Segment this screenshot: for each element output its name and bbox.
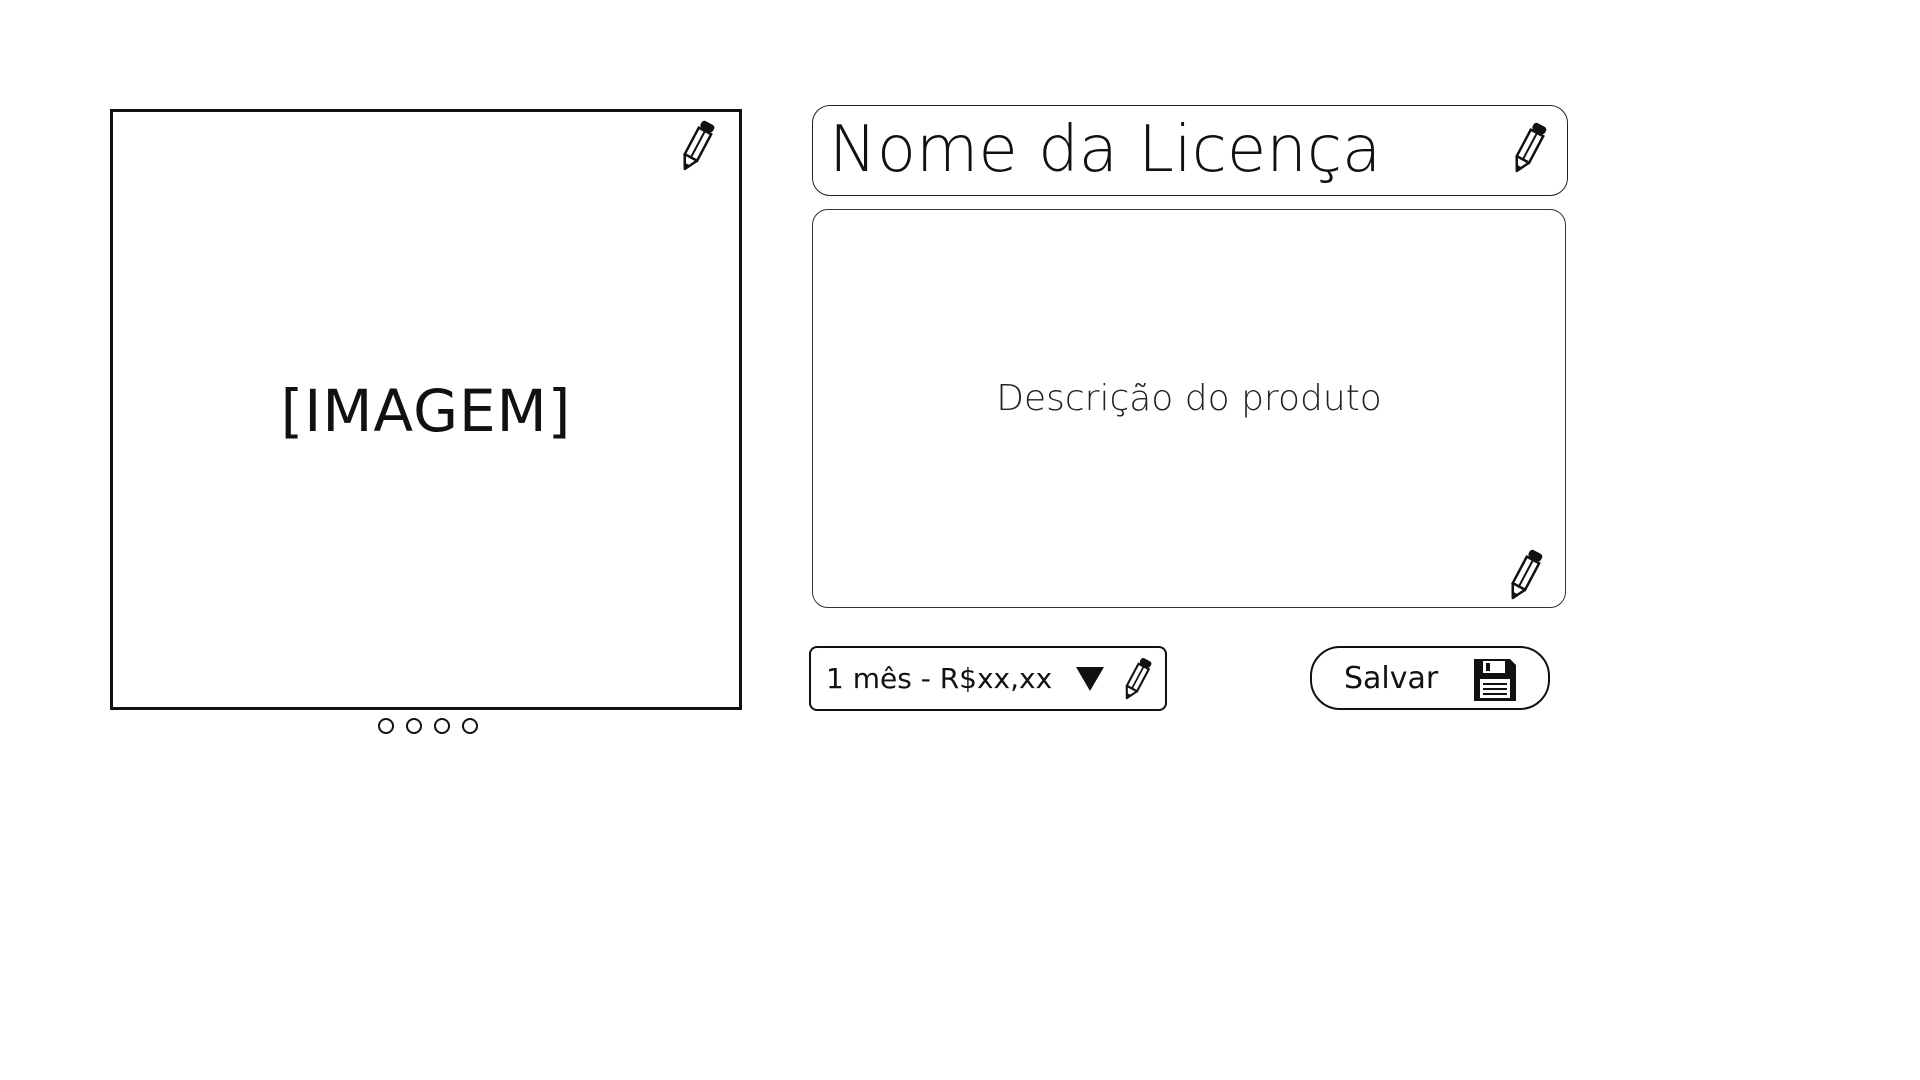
- edit-description-pencil-icon[interactable]: [1501, 547, 1549, 603]
- license-name-text: Nome da Licença: [829, 113, 1382, 187]
- carousel-dot[interactable]: [406, 718, 422, 734]
- edit-name-pencil-icon[interactable]: [1505, 120, 1553, 176]
- product-description-field[interactable]: Descrição do produto: [812, 209, 1566, 608]
- save-button-label: Salvar: [1344, 661, 1439, 696]
- save-button[interactable]: Salvar: [1310, 646, 1550, 710]
- dropdown-arrow-icon[interactable]: [1075, 665, 1105, 693]
- image-panel: [IMAGEM]: [110, 109, 742, 710]
- license-editor: [IMAGEM] Nome da Licença Descrição do pr…: [0, 0, 1920, 1080]
- product-description-text: Descrição do produto: [996, 378, 1382, 419]
- floppy-disk-icon: [1472, 657, 1518, 703]
- carousel-dot[interactable]: [378, 718, 394, 734]
- carousel-dots: [378, 718, 478, 734]
- edit-plan-pencil-icon[interactable]: [1117, 654, 1157, 704]
- license-name-field[interactable]: Nome da Licença: [812, 105, 1568, 196]
- carousel-dot[interactable]: [434, 718, 450, 734]
- plan-price-select[interactable]: 1 mês - R$xx,xx: [809, 646, 1167, 711]
- plan-selected-value: 1 mês - R$xx,xx: [826, 662, 1053, 695]
- carousel-dot[interactable]: [462, 718, 478, 734]
- edit-image-pencil-icon[interactable]: [673, 118, 721, 174]
- image-placeholder: [IMAGEM]: [280, 377, 572, 445]
